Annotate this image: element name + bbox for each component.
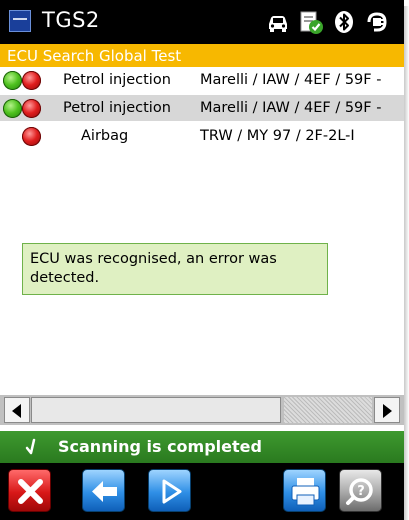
arrow-left-icon: [12, 404, 21, 418]
horizontal-scrollbar[interactable]: [0, 395, 404, 425]
arrow-right-icon: [383, 404, 392, 418]
status-error-indicator: [22, 71, 41, 90]
bluetooth-icon: [335, 11, 353, 33]
ecu-row-selected[interactable]: Petrol injection Marelli / IAW / 4EF / 5…: [0, 95, 404, 121]
back-button[interactable]: [82, 469, 125, 512]
status-tooltip: ECU was recognised, an error was detecte…: [22, 243, 328, 295]
app-title: TGS2: [42, 8, 100, 32]
header-title: ECU Search Global Test: [7, 47, 182, 65]
ecu-list: Petrol injection Marelli / IAW / 4EF / 5…: [0, 67, 404, 389]
print-button[interactable]: [283, 469, 326, 512]
print-icon: [291, 478, 320, 506]
ecu-name: Petrol injection: [63, 72, 171, 88]
power-plug-icon: [367, 12, 387, 32]
ecu-version: TRW / MY 97 / 2F-2L-I: [200, 128, 355, 144]
document-check-icon: [300, 11, 323, 34]
checkmark-icon: [25, 438, 36, 455]
play-button[interactable]: [148, 469, 191, 512]
ecu-name: Petrol injection: [63, 100, 171, 116]
ecu-name: Airbag: [81, 128, 129, 144]
scrollbar-thumb[interactable]: [31, 397, 281, 423]
help-magnifier-icon: ?: [346, 478, 373, 505]
status-icons: [265, 9, 390, 35]
status-error-indicator: [22, 99, 41, 118]
back-arrow-icon: [92, 481, 117, 502]
app-logo-icon[interactable]: [9, 10, 31, 32]
status-bar: Scanning is completed: [0, 431, 404, 463]
ecu-version: Marelli / IAW / 4EF / 59F -: [200, 72, 382, 88]
screen-header: ECU Search Global Test: [0, 44, 404, 67]
title-bar: TGS2: [0, 0, 404, 44]
status-text: Scanning is completed: [58, 437, 262, 456]
scroll-left-button[interactable]: [4, 397, 30, 423]
device-shadow: [404, 6, 409, 520]
tooltip-text: ECU was recognised, an error was detecte…: [30, 251, 277, 286]
bottom-toolbar: ?: [0, 463, 404, 520]
scrollbar-track[interactable]: [284, 397, 372, 423]
car-icon: [269, 16, 287, 32]
device-screen: TGS2 ECU Search Global Test Petrol injec…: [0, 0, 404, 520]
status-ok-indicator: [3, 99, 22, 118]
help-button[interactable]: ?: [339, 469, 382, 512]
status-error-indicator: [22, 127, 41, 146]
status-ok-indicator: [3, 71, 22, 90]
play-icon: [162, 479, 182, 504]
ecu-row[interactable]: Petrol injection Marelli / IAW / 4EF / 5…: [0, 67, 404, 93]
ecu-version: Marelli / IAW / 4EF / 59F -: [200, 100, 382, 116]
svg-text:?: ?: [357, 484, 365, 499]
close-button[interactable]: [8, 469, 51, 512]
close-icon: [18, 479, 43, 504]
scroll-right-button[interactable]: [374, 397, 400, 423]
ecu-row[interactable]: Airbag TRW / MY 97 / 2F-2L-I: [0, 123, 404, 149]
